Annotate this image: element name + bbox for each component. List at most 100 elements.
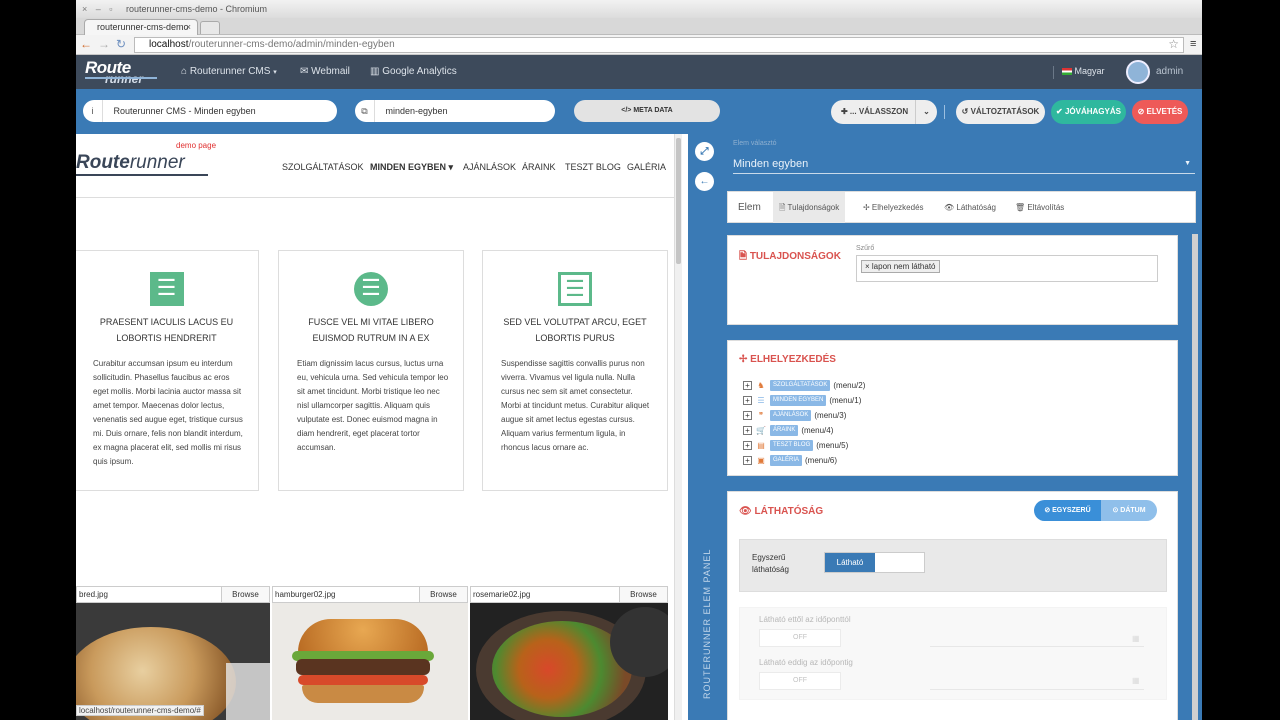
placement-title: ✢ ELHELYEZKEDÉS: [739, 354, 836, 365]
nav-webmail[interactable]: ✉ Webmail: [300, 66, 350, 77]
visibility-switch[interactable]: Látható: [824, 552, 925, 573]
filter-input[interactable]: × lapon nem látható: [856, 255, 1158, 282]
site-nav-araink[interactable]: ÁRAINK: [522, 162, 556, 172]
screen: { "window": {"controls": "× – ▫", "title…: [0, 0, 1280, 720]
file-upload-field[interactable]: rosemarie02.jpg Browse: [470, 586, 668, 603]
envelope-icon: ✉: [300, 66, 309, 77]
calendar-icon[interactable]: ▦: [1132, 634, 1140, 643]
file-upload-field[interactable]: hamburger02.jpg Browse: [272, 586, 468, 603]
page-title-field[interactable]: i Routerunner CMS - Minden egyben: [83, 100, 337, 122]
mode-date-button[interactable]: ⊙ DÁTUM: [1101, 500, 1157, 521]
status-url: localhost/routerunner-cms-demo/#: [76, 705, 204, 716]
window-controls[interactable]: × – ▫: [82, 4, 115, 14]
choose-label: ✚ ... VÁLASSZON: [841, 107, 909, 116]
tab-routerunner[interactable]: routerunner-cms-demo ×: [84, 19, 198, 35]
tree-item[interactable]: + ☰ MINDEN EGYBEN (menu/1): [743, 394, 861, 407]
expand-toggle[interactable]: +: [743, 396, 752, 406]
browse-button[interactable]: Browse: [419, 587, 467, 602]
file-name: rosemarie02.jpg: [473, 590, 531, 599]
tab-elhelyezkedes[interactable]: ✢ Elhelyezkedés: [857, 192, 930, 223]
visible-until-switch[interactable]: OFF: [759, 672, 841, 690]
site-nav-teszt-blog[interactable]: TESZT BLOG: [565, 162, 621, 172]
slug-field[interactable]: ⧉ minden-egyben: [355, 100, 555, 122]
info-icon: i: [83, 100, 103, 122]
tab-lathatosag[interactable]: 👁 Láthatóság: [938, 192, 1002, 223]
changes-button[interactable]: ↺ VÁLTOZTATÁSOK: [956, 100, 1045, 124]
language-label: Magyar: [1074, 66, 1105, 76]
tree-ref: (menu/3): [814, 411, 847, 420]
new-tab-button[interactable]: [200, 21, 220, 34]
meta-data-button[interactable]: </> META DATA: [574, 100, 720, 122]
expand-toggle[interactable]: +: [743, 426, 752, 436]
hungarian-flag-icon: [1062, 68, 1072, 76]
visible-from-input[interactable]: [930, 646, 1144, 647]
bookmark-star-icon[interactable]: ☆: [1168, 37, 1179, 51]
site-logo[interactable]: Routerunner: [76, 152, 208, 176]
site-logo-underline: [76, 174, 208, 176]
cms-logo[interactable]: Route runner: [83, 58, 157, 86]
reload-icon[interactable]: ↻: [116, 37, 126, 51]
site-nav-szolgaltatasok[interactable]: SZOLGÁLTATÁSOK: [282, 162, 364, 172]
external-link-icon: ⧉: [355, 100, 375, 122]
simple-visibility-row: Egyszerű láthatóság Látható: [739, 539, 1167, 592]
panel-scrollbar[interactable]: [1192, 234, 1198, 720]
tab-elem[interactable]: Elem: [732, 192, 767, 223]
user-name[interactable]: admin: [1156, 66, 1183, 77]
reject-button[interactable]: ⊘ ELVETÉS: [1132, 100, 1188, 124]
language-selector[interactable]: Magyar: [1053, 66, 1105, 79]
file-upload-field[interactable]: bred.jpg Browse: [76, 586, 270, 603]
file-name: hamburger02.jpg: [275, 590, 336, 599]
tree-item[interactable]: + ♞ SZOLGÁLTATÁSOK (menu/2): [743, 379, 865, 392]
visibility-switch-on: Látható: [825, 553, 875, 572]
mode-simple-button[interactable]: ⊘ EGYSZERŰ: [1034, 500, 1101, 521]
choose-dropdown[interactable]: ✚ ... VÁLASSZON ⌄: [831, 100, 937, 124]
approve-button[interactable]: ✔ JÓVÁHAGYÁS: [1051, 100, 1126, 124]
tab-strip: routerunner-cms-demo ×: [76, 18, 1202, 35]
browser-menu-icon[interactable]: ≡: [1190, 38, 1196, 50]
browse-button[interactable]: Browse: [221, 587, 269, 602]
scroll-thumb[interactable]: [676, 138, 681, 264]
cms-toolbar: i Routerunner CMS - Minden egyben ⧉ mind…: [76, 89, 1202, 134]
placement-box: ✢ ELHELYEZKEDÉS + ♞ SZOLGÁLTATÁSOK (menu/2)…: [727, 340, 1178, 476]
chevron-down-icon: ▾: [273, 69, 277, 76]
tree-item[interactable]: + 🛒 ÁRAINK (menu/4): [743, 424, 833, 437]
visible-until-input[interactable]: [930, 689, 1144, 690]
back-icon[interactable]: ←: [80, 37, 92, 51]
visibility-title: 👁 LÁTHATÓSÁG: [739, 506, 824, 517]
cms-logo-bottom: runner: [105, 72, 144, 86]
expand-toggle[interactable]: +: [743, 441, 752, 451]
element-selector[interactable]: Minden egyben ▼: [733, 154, 1195, 174]
list-icon: ☰: [757, 396, 765, 405]
url-input[interactable]: localhost/routerunner-cms-demo/admin/min…: [134, 37, 1184, 53]
element-panel: Elem választó Minden egyben ▼ Elem 🗎 Tul…: [718, 134, 1202, 720]
expand-toggle[interactable]: +: [743, 456, 752, 466]
browse-button[interactable]: Browse: [619, 587, 667, 602]
tab-close-icon[interactable]: ×: [186, 20, 191, 34]
nav-routerunner-cms[interactable]: ⌂ Routerunner CMS ▾: [181, 66, 277, 77]
tree-label: GALÉRIA: [770, 455, 803, 467]
expand-toggle[interactable]: +: [743, 381, 752, 391]
filter-tag[interactable]: × lapon nem látható: [861, 260, 940, 273]
calendar-icon[interactable]: ▦: [1132, 676, 1140, 685]
scroll-thumb[interactable]: [1192, 234, 1198, 720]
nav-webmail-label: Webmail: [311, 66, 350, 77]
panel-vertical-title: ROUTERUNNER ELEM PANEL: [702, 548, 712, 699]
cms-logo-underline: [85, 77, 157, 79]
tree-item[interactable]: + ❞ AJÁNLÁSOK (menu/3): [743, 409, 846, 422]
back-arrow-icon[interactable]: ←: [695, 172, 714, 191]
tree-item[interactable]: + ▣ GALÉRIA (menu/6): [743, 454, 837, 467]
forward-icon[interactable]: →: [98, 37, 110, 51]
card-title: PRAESENT IACULIS LACUS EU LOBORTIS HENDR…: [99, 317, 234, 343]
site-nav-ajanlasok[interactable]: AJÁNLÁSOK: [463, 162, 516, 172]
tree-item[interactable]: + ▤ TESZT BLOG (menu/5): [743, 439, 848, 452]
site-nav-galeria[interactable]: GALÉRIA: [627, 162, 666, 172]
expand-toggle[interactable]: +: [743, 411, 752, 421]
expand-icon[interactable]: ⤢: [695, 142, 714, 161]
tab-eltavolitas[interactable]: 🗑 Eltávolítás: [1009, 192, 1070, 223]
site-nav-minden-egyben[interactable]: MINDEN EGYBEN ▾: [370, 162, 453, 173]
tab-tulajdonsagok[interactable]: 🗎 Tulajdonságok: [773, 192, 846, 223]
nav-google-analytics[interactable]: ▥ Google Analytics: [370, 66, 457, 77]
preview-scrollbar[interactable]: [674, 134, 682, 720]
visible-from-switch[interactable]: OFF: [759, 629, 841, 647]
avatar[interactable]: [1126, 60, 1150, 84]
